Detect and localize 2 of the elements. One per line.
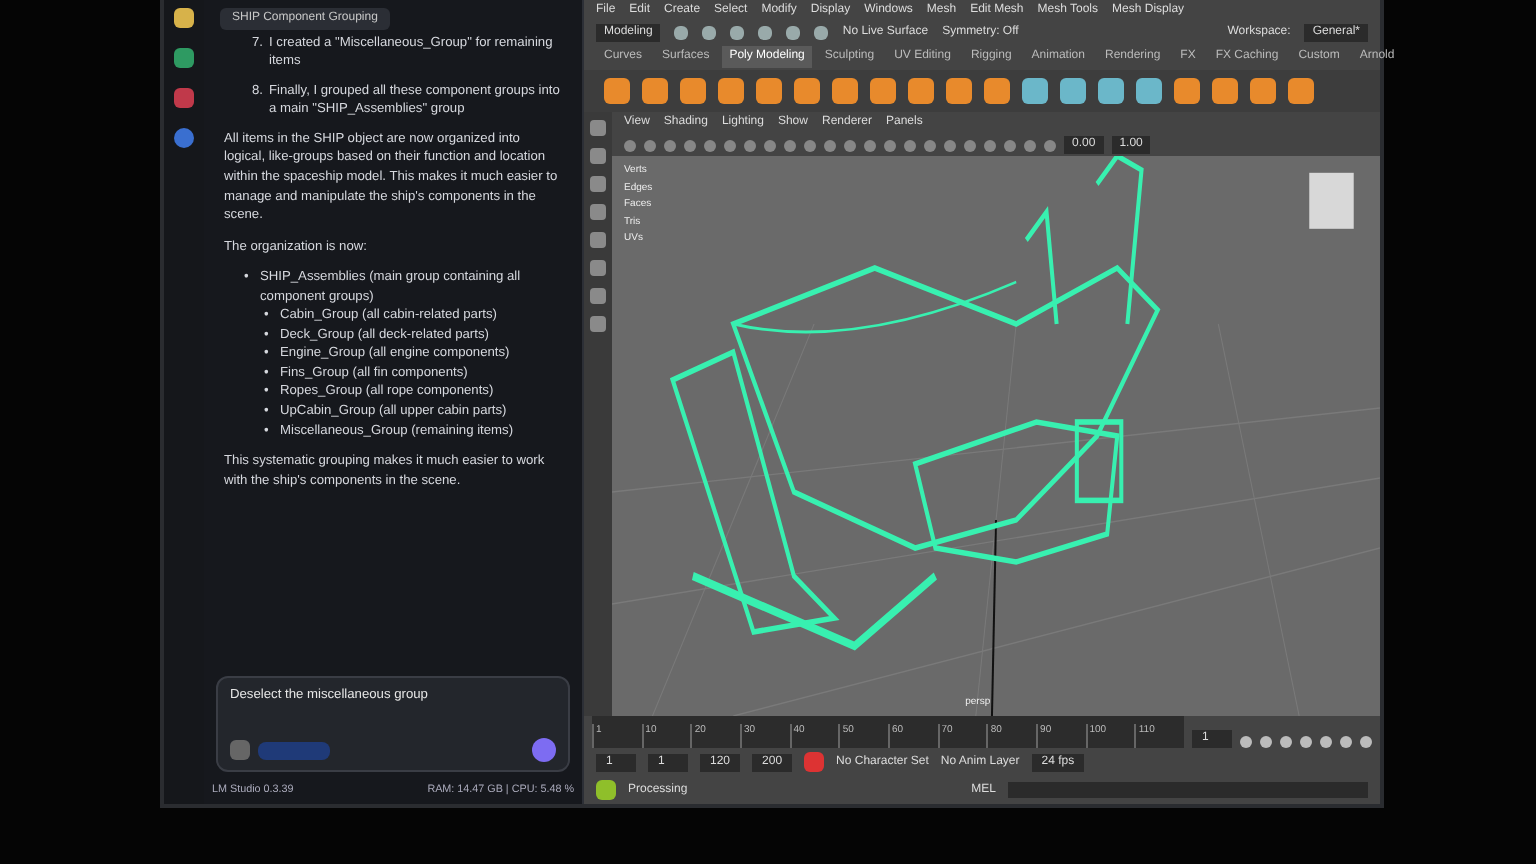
command-field[interactable] [1008,782,1368,798]
send-button[interactable] [532,738,556,763]
